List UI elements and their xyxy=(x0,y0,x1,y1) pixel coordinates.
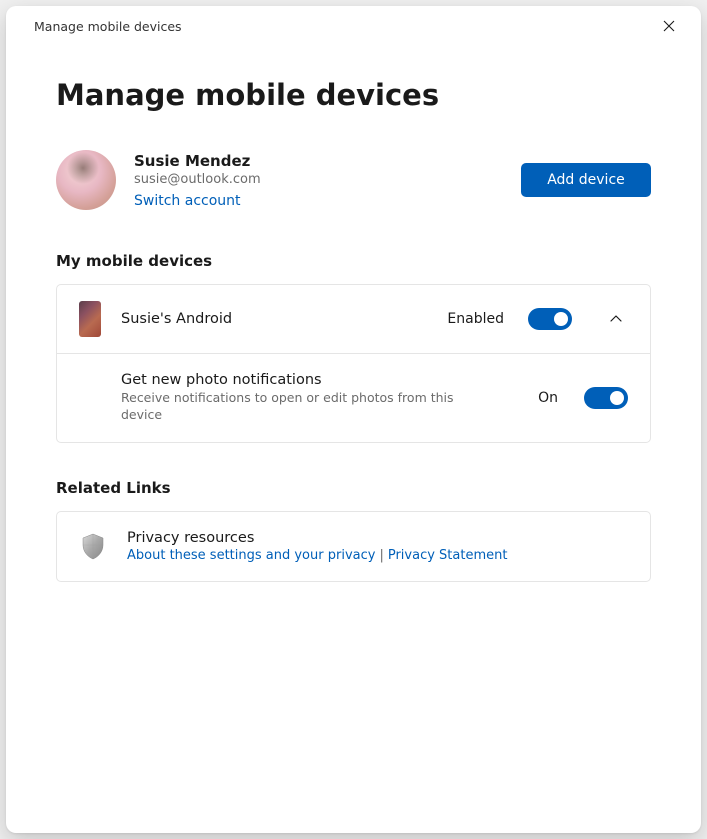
account-info-block: Susie Mendez susie@outlook.com Switch ac… xyxy=(56,150,261,210)
devices-section-header: My mobile devices xyxy=(56,252,651,270)
device-name: Susie's Android xyxy=(121,311,427,327)
privacy-title: Privacy resources xyxy=(127,530,628,546)
account-row: Susie Mendez susie@outlook.com Switch ac… xyxy=(56,150,651,210)
privacy-links: About these settings and your privacy | Pr… xyxy=(127,548,628,563)
close-button[interactable] xyxy=(651,12,687,40)
expand-button[interactable] xyxy=(604,307,628,331)
page-title: Manage mobile devices xyxy=(56,78,651,112)
titlebar: Manage mobile devices xyxy=(6,6,701,42)
link-separator: | xyxy=(379,548,383,563)
account-name: Susie Mendez xyxy=(134,152,261,170)
devices-card: Susie's Android Enabled Get new photo no… xyxy=(56,284,651,443)
privacy-text: Privacy resources About these settings a… xyxy=(127,530,628,563)
chevron-up-icon xyxy=(609,312,623,326)
setting-title: Get new photo notifications xyxy=(121,372,518,388)
privacy-card: Privacy resources About these settings a… xyxy=(56,511,651,582)
notification-setting-row: Get new photo notifications Receive noti… xyxy=(57,354,650,442)
add-device-button[interactable]: Add device xyxy=(521,163,651,197)
switch-account-link[interactable]: Switch account xyxy=(134,193,261,209)
shield-icon xyxy=(81,532,105,560)
shield-icon-wrap xyxy=(79,532,107,560)
notification-toggle[interactable] xyxy=(584,387,628,409)
phone-icon xyxy=(79,301,101,337)
setting-status-label: On xyxy=(538,390,558,406)
window-title: Manage mobile devices xyxy=(34,19,182,34)
related-section-header: Related Links xyxy=(56,479,651,497)
setting-description: Receive notifications to open or edit ph… xyxy=(121,390,461,424)
settings-window: Manage mobile devices Manage mobile devi… xyxy=(6,6,701,833)
content: Manage mobile devices Susie Mendez susie… xyxy=(6,42,701,582)
about-settings-link[interactable]: About these settings and your privacy xyxy=(127,548,375,563)
device-enabled-toggle[interactable] xyxy=(528,308,572,330)
setting-text: Get new photo notifications Receive noti… xyxy=(121,372,518,424)
account-details: Susie Mendez susie@outlook.com Switch ac… xyxy=(134,152,261,209)
account-email: susie@outlook.com xyxy=(134,172,261,187)
device-row[interactable]: Susie's Android Enabled xyxy=(57,285,650,353)
privacy-statement-link[interactable]: Privacy Statement xyxy=(388,548,508,563)
close-icon xyxy=(663,20,675,32)
avatar xyxy=(56,150,116,210)
device-status-label: Enabled xyxy=(447,311,504,327)
